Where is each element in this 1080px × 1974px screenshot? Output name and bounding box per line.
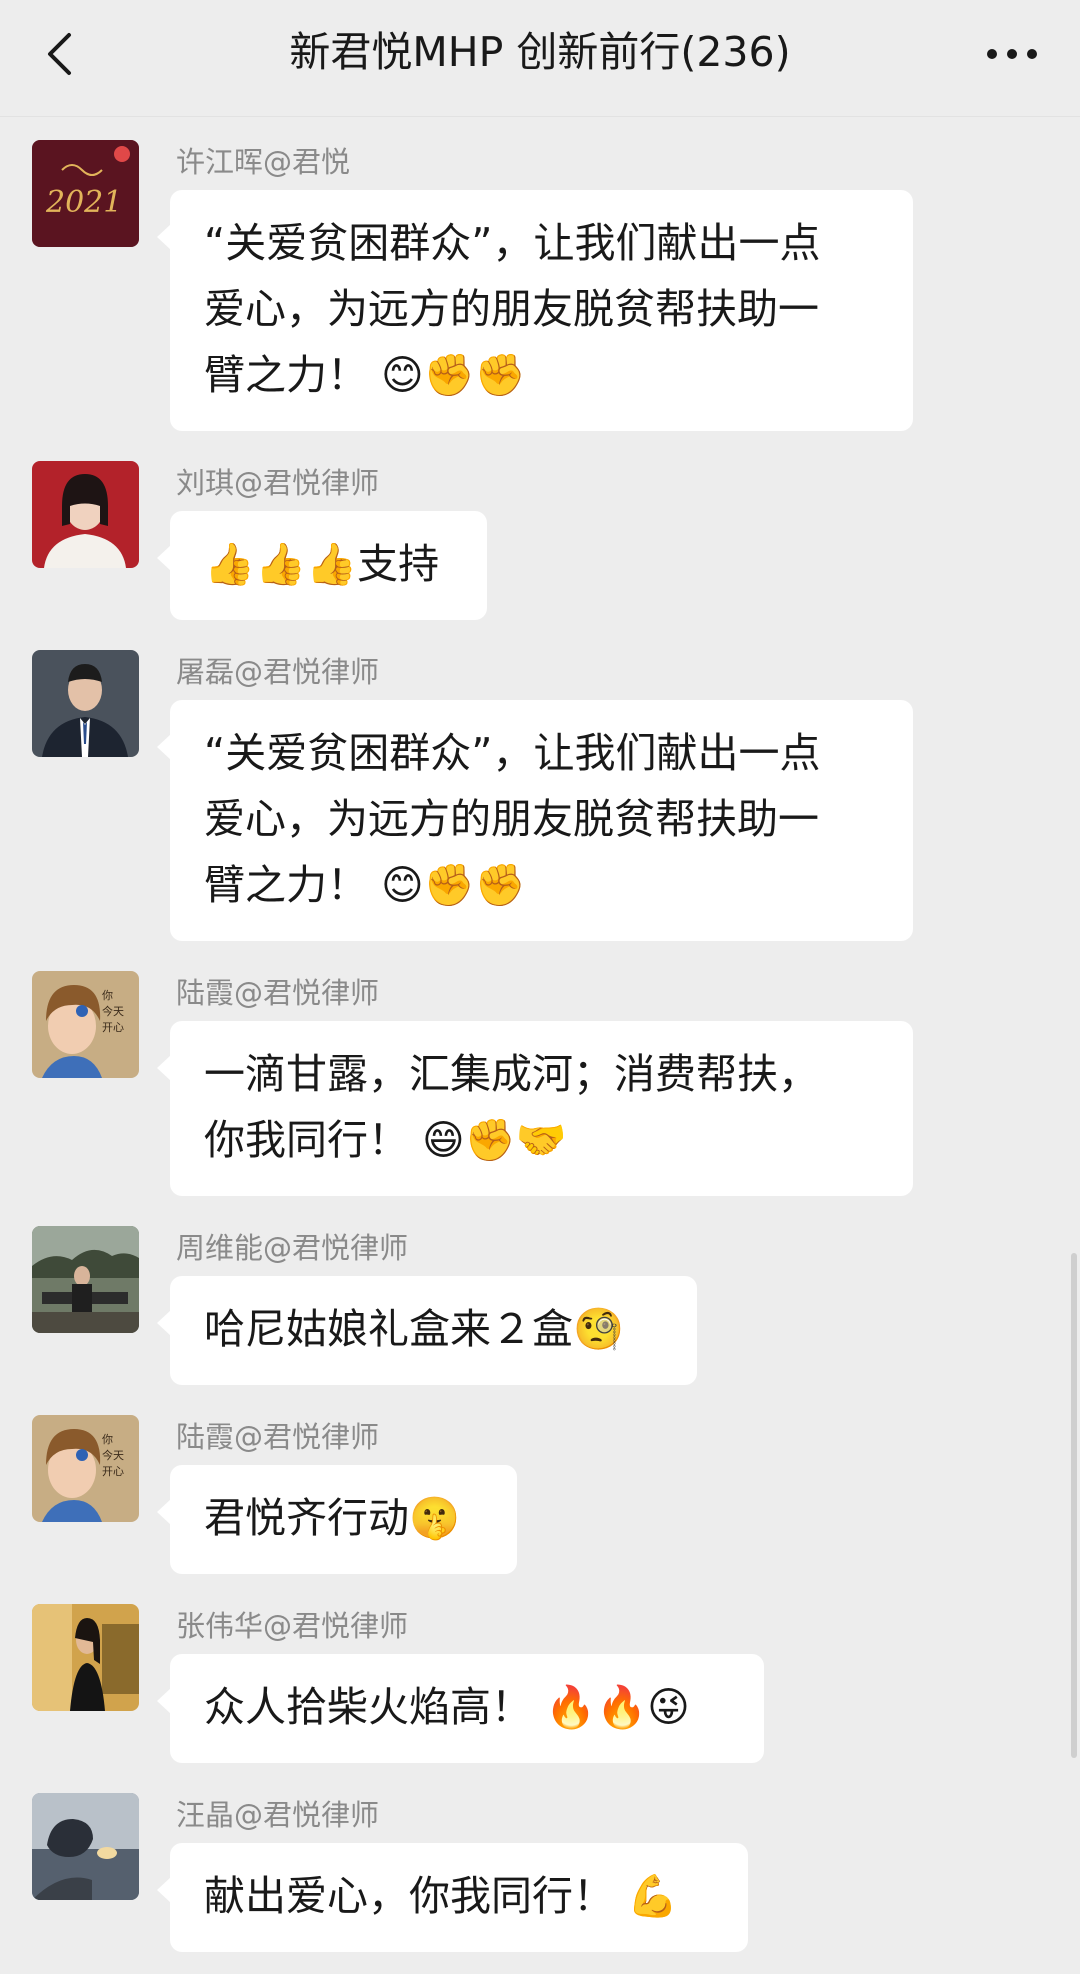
message-row: 屠磊@君悦律师 “关爱贫困群众”，让我们献出一点 爱心，为远方的朋友脱贫帮扶助一… — [0, 650, 1080, 941]
chat-header: 新君悦MHP 创新前行(236) — [0, 0, 1080, 117]
message-bubble[interactable]: 👍👍👍支持 — [157, 511, 487, 620]
message-bubble[interactable]: 献出爱心，你我同行！ 💪 — [157, 1843, 748, 1952]
sender-name: 周维能@君悦律师 — [176, 1231, 409, 1265]
message-bubble[interactable]: 哈尼姑娘礼盒来２盒🧐 — [157, 1276, 697, 1385]
sender-name: 张伟华@君悦律师 — [176, 1609, 409, 1643]
avatar[interactable] — [32, 1604, 139, 1711]
svg-text:你: 你 — [102, 1433, 113, 1446]
message-text: 献出爱心，你我同行！ 💪 — [204, 1872, 679, 1920]
message-bubble[interactable]: 君悦齐行动🤫 — [157, 1465, 517, 1574]
avatar[interactable]: 你 今天 开心 — [32, 1415, 139, 1522]
svg-text:今天: 今天 — [102, 1448, 124, 1462]
message-text: 一滴甘露，汇集成河；消费帮扶， 你我同行！ 😄✊🤝 — [204, 1050, 819, 1164]
svg-text:开心: 开心 — [102, 1021, 124, 1034]
message-bubble[interactable]: “关爱贫困群众”，让我们献出一点 爱心，为远方的朋友脱贫帮扶助一 臂之力！ 😊✊… — [157, 190, 913, 431]
avatar[interactable] — [32, 1793, 139, 1900]
message-row: 刘琪@君悦律师 👍👍👍支持 — [0, 461, 1080, 621]
sender-name: 陆霞@君悦律师 — [176, 1420, 380, 1454]
back-button[interactable] — [28, 22, 92, 86]
sender-name: 刘琪@君悦律师 — [176, 466, 380, 500]
svg-text:开心: 开心 — [102, 1465, 124, 1478]
message-text: 君悦齐行动🤫 — [204, 1494, 461, 1542]
message-row: 张伟华@君悦律师 众人拾柴火焰高！ 🔥🔥😜 — [0, 1604, 1080, 1764]
message-row: 周维能@君悦律师 哈尼姑娘礼盒来２盒🧐 — [0, 1226, 1080, 1386]
avatar[interactable]: 你 今天 开心 — [32, 971, 139, 1078]
message-row: 2021 许江晖@君悦 “关爱贫困群众”，让我们献出一点 爱心，为远方的朋友脱贫… — [0, 140, 1080, 431]
more-options-button[interactable] — [972, 22, 1052, 86]
sender-name: 屠磊@君悦律师 — [176, 655, 380, 689]
svg-text:你: 你 — [102, 989, 113, 1002]
message-text: “关爱贫困群众”，让我们献出一点 爱心，为远方的朋友脱贫帮扶助一 臂之力！ 😊✊… — [204, 729, 821, 909]
chevron-left-icon — [48, 33, 71, 75]
message-text: “关爱贫困群众”，让我们献出一点 爱心，为远方的朋友脱贫帮扶助一 臂之力！ 😊✊… — [204, 219, 821, 399]
message-bubble[interactable]: 众人拾柴火焰高！ 🔥🔥😜 — [157, 1654, 764, 1763]
message-text: 众人拾柴火焰高！ 🔥🔥😜 — [204, 1683, 690, 1731]
svg-text:2021: 2021 — [45, 185, 122, 220]
message-text: 👍👍👍支持 — [204, 540, 440, 588]
message-bubble[interactable]: “关爱贫困群众”，让我们献出一点 爱心，为远方的朋友脱贫帮扶助一 臂之力！ 😊✊… — [157, 700, 913, 941]
svg-text:今天: 今天 — [102, 1004, 124, 1018]
message-text: 哈尼姑娘礼盒来２盒🧐 — [204, 1305, 625, 1353]
message-row: 你 今天 开心 陆霞@君悦律师 君悦齐行动🤫 — [0, 1415, 1080, 1575]
avatar[interactable] — [32, 1226, 139, 1333]
scrollbar[interactable] — [1071, 1253, 1077, 1758]
message-bubble[interactable]: 一滴甘露，汇集成河；消费帮扶， 你我同行！ 😄✊🤝 — [157, 1021, 913, 1196]
avatar[interactable]: 2021 — [32, 140, 139, 247]
avatar[interactable] — [32, 650, 139, 757]
sender-name: 汪晶@君悦律师 — [176, 1798, 380, 1832]
chat-title: 新君悦MHP 创新前行(236) — [289, 28, 791, 76]
message-row: 汪晶@君悦律师 献出爱心，你我同行！ 💪 — [0, 1793, 1080, 1953]
more-dots-icon — [987, 49, 1037, 59]
sender-name: 陆霞@君悦律师 — [176, 976, 380, 1010]
avatar[interactable] — [32, 461, 139, 568]
message-row: 你 今天 开心 陆霞@君悦律师 一滴甘露，汇集成河；消费帮扶， 你我同行！ 😄✊… — [0, 971, 1080, 1196]
sender-name: 许江晖@君悦 — [176, 145, 351, 179]
